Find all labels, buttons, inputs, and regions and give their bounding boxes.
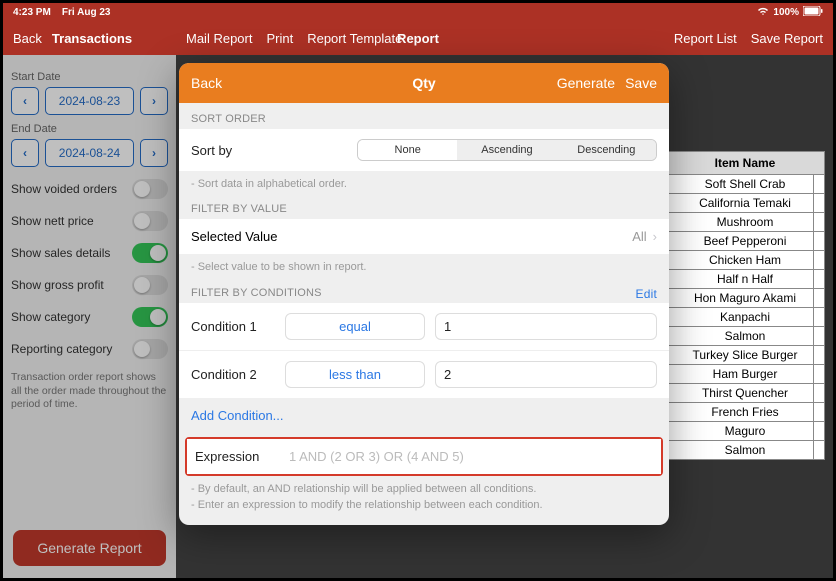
selected-note: - Select value to be shown in report. [179,254,669,276]
end-date-button[interactable]: 2024-08-24 [45,139,134,167]
app-root: 4:23 PM Fri Aug 23 100% Back Transaction… [0,0,836,581]
toggle-switch[interactable] [132,211,168,231]
nav-back[interactable]: Back [13,31,42,46]
modal-title: Qty [412,75,435,91]
nav-report-template[interactable]: Report Template [307,31,402,46]
toggle-switch[interactable] [132,275,168,295]
qty-modal: Back Qty Generate Save SORT ORDER Sort b… [179,63,669,525]
toggle-label: Show category [11,310,90,324]
conditions-edit[interactable]: Edit [636,287,657,301]
toggle-switch[interactable] [132,243,168,263]
table-row: Kanpachi [665,308,825,327]
expr-note2: - Enter an expression to modify the rela… [179,498,669,514]
cond2-operator[interactable]: less than [285,361,425,388]
seg-none[interactable]: None [358,140,457,160]
generate-report-button[interactable]: Generate Report [13,530,166,566]
status-bar: 4:23 PM Fri Aug 23 100% [3,3,833,21]
table-row: Salmon [665,327,825,346]
toggle-row: Show nett price [11,211,168,231]
nav-report-list[interactable]: Report List [674,31,737,46]
toggle-row: Reporting category [11,339,168,359]
toggle-row: Show sales details [11,243,168,263]
expression-input[interactable]: 1 AND (2 OR 3) OR (4 AND 5) [289,449,653,464]
table-row: Chicken Ham [665,251,825,270]
toggle-label: Show gross profit [11,278,104,292]
status-time: 4:23 PM [13,7,51,18]
nav-transactions[interactable]: Transactions [52,31,132,46]
battery-icon [803,6,823,19]
cond2-value[interactable]: 2 [435,361,657,388]
table-row: Maguro [665,422,825,441]
table-row: Thirst Quencher [665,384,825,403]
table-row: Beef Pepperoni [665,232,825,251]
toggle-label: Show nett price [11,214,94,228]
sort-order-label: SORT ORDER [179,103,669,129]
expression-label: Expression [195,449,279,464]
nav-save-report[interactable]: Save Report [751,31,823,46]
toggle-label: Show sales details [11,246,110,260]
table-row: California Temaki [665,194,825,213]
end-date-label: End Date [11,123,168,135]
toggle-row: Show voided orders [11,179,168,199]
selected-value-all: All [632,229,646,244]
nav-mail-report[interactable]: Mail Report [186,31,252,46]
sort-segmented[interactable]: None Ascending Descending [357,139,657,161]
table-row: Turkey Slice Burger [665,346,825,365]
toggle-switch[interactable] [132,179,168,199]
cond1-value[interactable]: 1 [435,313,657,340]
page-title: Report [397,31,439,46]
modal-header: Back Qty Generate Save [179,63,669,103]
start-date-next[interactable]: › [140,87,168,115]
cond1-label: Condition 1 [191,319,275,334]
modal-generate[interactable]: Generate [557,75,615,91]
end-date-next[interactable]: › [140,139,168,167]
table-row: Half n Half [665,270,825,289]
add-condition[interactable]: Add Condition... [179,398,669,433]
sidebar-note: Transaction order report shows all the o… [11,371,168,412]
chevron-right-icon: › [653,229,657,244]
battery-percent: 100% [773,7,799,18]
start-date-label: Start Date [11,71,168,83]
nav-print[interactable]: Print [266,31,293,46]
cond2-label: Condition 2 [191,367,275,382]
filter-value-label: FILTER BY VALUE [179,193,669,219]
sidebar: Start Date ‹ 2024-08-23 › End Date ‹ 202… [3,55,176,578]
filter-cond-label: FILTER BY CONDITIONS Edit [179,277,669,303]
start-date-button[interactable]: 2024-08-23 [45,87,134,115]
wifi-icon [757,6,769,19]
toggle-switch[interactable] [132,307,168,327]
table-row: Salmon [665,441,825,460]
table-row: Mushroom [665,213,825,232]
toggle-row: Show gross profit [11,275,168,295]
end-date-prev[interactable]: ‹ [11,139,39,167]
cond1-operator[interactable]: equal [285,313,425,340]
item-name-table: Item Name Soft Shell CrabCalifornia Tema… [665,151,825,460]
start-date-prev[interactable]: ‹ [11,87,39,115]
table-row: Ham Burger [665,365,825,384]
modal-back[interactable]: Back [191,75,222,91]
status-date: Fri Aug 23 [62,7,111,18]
toggle-label: Show voided orders [11,182,117,196]
toggle-switch[interactable] [132,339,168,359]
table-row: Hon Maguro Akami [665,289,825,308]
seg-descending[interactable]: Descending [557,140,656,160]
table-header: Item Name [665,151,825,175]
sort-note: - Sort data in alphabetical order. [179,171,669,193]
toggle-label: Reporting category [11,342,112,356]
expression-highlight: Expression 1 AND (2 OR 3) OR (4 AND 5) [185,437,663,476]
sort-by-label: Sort by [191,143,275,158]
selected-value-label: Selected Value [191,229,278,244]
toggle-row: Show category [11,307,168,327]
expr-note1: - By default, an AND relationship will b… [179,476,669,498]
table-row: French Fries [665,403,825,422]
seg-ascending[interactable]: Ascending [457,140,556,160]
selected-value-row[interactable]: Selected Value All › [179,219,669,254]
table-row: Soft Shell Crab [665,175,825,194]
modal-save[interactable]: Save [625,75,657,91]
top-nav: Back Transactions Mail Report Print Repo… [3,21,833,55]
